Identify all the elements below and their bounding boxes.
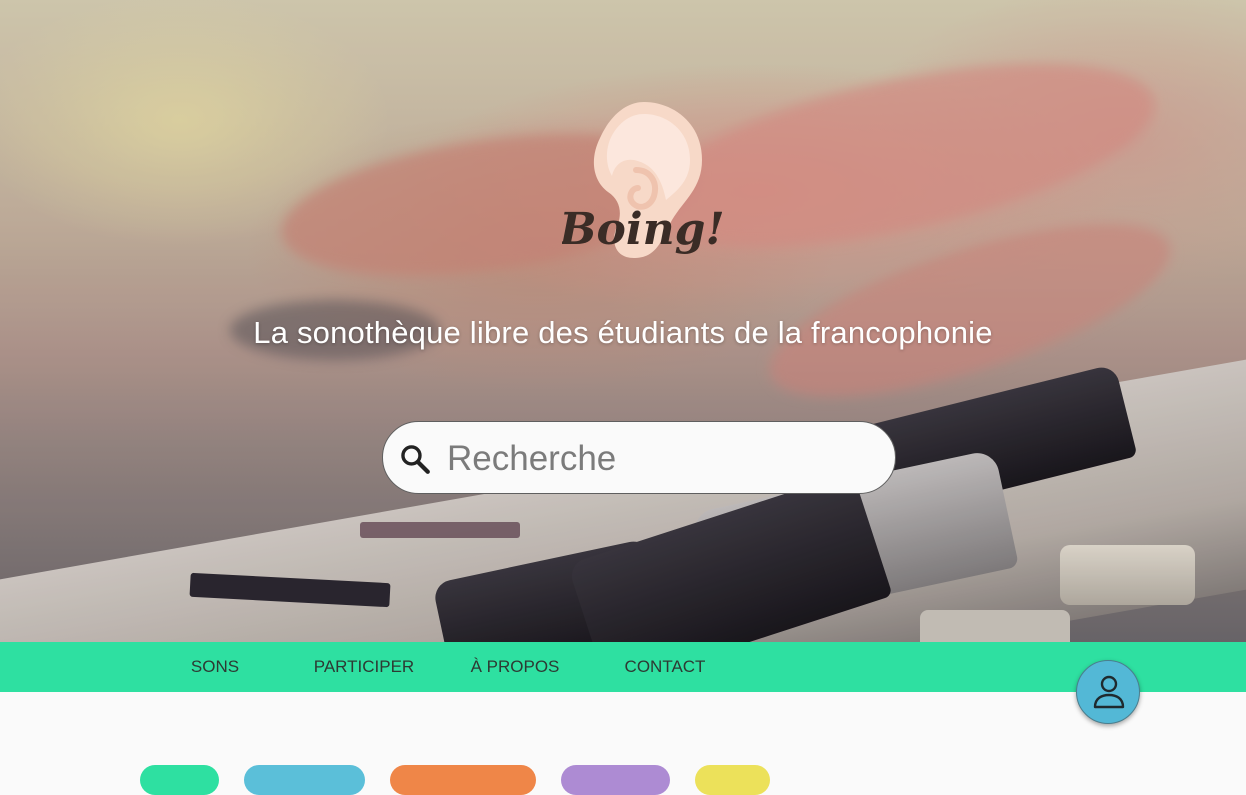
nav-item-a-propos[interactable]: À PROPOS bbox=[460, 642, 570, 692]
category-pill[interactable] bbox=[390, 765, 536, 795]
category-pill[interactable] bbox=[140, 765, 219, 795]
search-input[interactable] bbox=[445, 434, 869, 484]
main-nav: SONS PARTICIPER À PROPOS CONTACT bbox=[0, 642, 1246, 692]
category-pill[interactable] bbox=[695, 765, 770, 795]
category-pill[interactable] bbox=[561, 765, 670, 795]
profile-button[interactable] bbox=[1076, 660, 1140, 724]
logo-wordmark: Boing! bbox=[562, 204, 722, 255]
search-icon[interactable] bbox=[398, 442, 432, 476]
hero-banner: Boing! La sonothèque libre des étudiants… bbox=[0, 0, 1246, 642]
boing-logo[interactable]: Boing! bbox=[562, 100, 722, 265]
user-icon bbox=[1093, 675, 1125, 709]
search-bar[interactable] bbox=[382, 421, 896, 494]
nav-item-sons[interactable]: SONS bbox=[180, 642, 250, 692]
nav-item-participer[interactable]: PARTICIPER bbox=[304, 642, 424, 692]
category-pill[interactable] bbox=[244, 765, 365, 795]
nav-item-contact[interactable]: CONTACT bbox=[612, 642, 718, 692]
tagline: La sonothèque libre des étudiants de la … bbox=[253, 315, 993, 350]
